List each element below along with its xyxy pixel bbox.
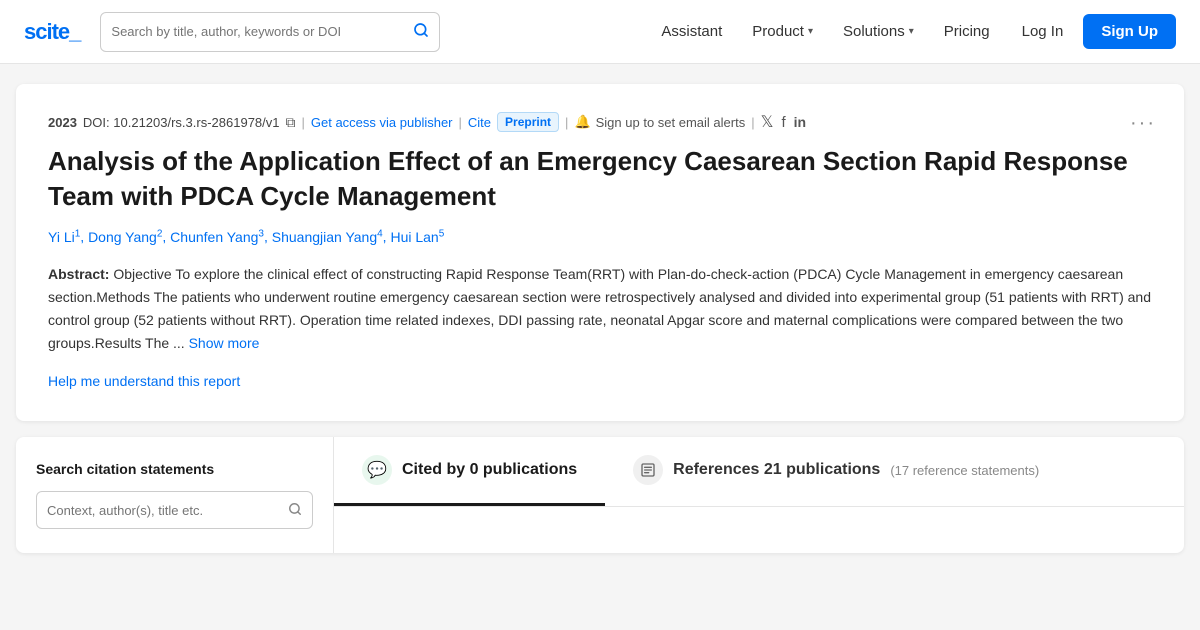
cited-label: Cited by 0 publications — [402, 461, 577, 479]
social-icons: 𝕏 f in — [761, 112, 807, 132]
navbar: scite_ Assistant Product ▾ Solutions ▾ P… — [0, 0, 1200, 64]
paper-meta: 2023 DOI: 10.21203/rs.3.rs-2861978/v1 ⧉ … — [48, 112, 1152, 132]
references-icon — [633, 455, 663, 485]
search-icon — [413, 22, 429, 41]
bell-icon: 🔔 — [574, 114, 590, 130]
bottom-section: Search citation statements 💬 Cited by 0 … — [16, 437, 1184, 553]
paper-abstract: Abstract: Objective To explore the clini… — [48, 263, 1152, 355]
paper-card: ··· 2023 DOI: 10.21203/rs.3.rs-2861978/v… — [16, 84, 1184, 421]
preprint-badge: Preprint — [497, 112, 559, 132]
signup-button[interactable]: Sign Up — [1083, 14, 1176, 49]
citation-search-title: Search citation statements — [36, 461, 313, 477]
more-options-icon[interactable]: ··· — [1130, 112, 1156, 135]
facebook-icon[interactable]: f — [781, 114, 785, 131]
author-2[interactable]: Dong Yang2 — [88, 229, 162, 245]
login-button[interactable]: Log In — [1008, 15, 1078, 48]
author-1[interactable]: Yi Li1 — [48, 229, 80, 245]
search-bar[interactable] — [100, 12, 440, 52]
logo-text: scite — [24, 19, 69, 44]
citation-search-field[interactable] — [47, 503, 282, 518]
logo[interactable]: scite_ — [24, 19, 80, 45]
copy-doi-icon[interactable]: ⧉ — [286, 114, 296, 131]
tab-references[interactable]: References 21 publications (17 reference… — [605, 437, 1067, 506]
nav-links: Assistant Product ▾ Solutions ▾ Pricing … — [649, 14, 1176, 49]
product-chevron-icon: ▾ — [808, 26, 813, 37]
paper-doi-value: 10.21203/rs.3.rs-2861978/v1 — [113, 115, 279, 130]
nav-assistant[interactable]: Assistant — [649, 15, 734, 48]
tabs-row: 💬 Cited by 0 publications References 21 … — [334, 437, 1184, 507]
solutions-chevron-icon: ▾ — [909, 26, 914, 37]
tabs-panel: 💬 Cited by 0 publications References 21 … — [334, 437, 1184, 553]
paper-year: 2023 — [48, 115, 77, 130]
nav-solutions[interactable]: Solutions ▾ — [831, 15, 926, 48]
citation-search-icon — [288, 502, 302, 519]
cite-link[interactable]: Cite — [468, 115, 491, 130]
paper-authors: Yi Li1, Dong Yang2, Chunfen Yang3, Shuan… — [48, 228, 1152, 245]
author-3[interactable]: Chunfen Yang3 — [170, 229, 264, 245]
references-label: References 21 publications — [673, 461, 880, 479]
access-publisher-link[interactable]: Get access via publisher — [311, 115, 453, 130]
search-input[interactable] — [111, 24, 405, 39]
help-understand-link[interactable]: Help me understand this report — [48, 373, 240, 389]
citation-search-input-wrapper[interactable] — [36, 491, 313, 529]
author-4[interactable]: Shuangjian Yang4 — [272, 229, 383, 245]
references-count-info: (17 reference statements) — [890, 463, 1039, 478]
cited-icon: 💬 — [362, 455, 392, 485]
logo-underscore: _ — [69, 19, 80, 44]
nav-pricing[interactable]: Pricing — [932, 15, 1002, 48]
abstract-label: Abstract: — [48, 266, 109, 282]
twitter-icon[interactable]: 𝕏 — [761, 112, 774, 132]
nav-product[interactable]: Product ▾ — [740, 15, 825, 48]
linkedin-icon[interactable]: in — [794, 114, 806, 130]
tab-cited[interactable]: 💬 Cited by 0 publications — [334, 437, 605, 506]
paper-doi-label: DOI: 10.21203/rs.3.rs-2861978/v1 — [83, 115, 280, 130]
paper-title: Analysis of the Application Effect of an… — [48, 144, 1152, 214]
alert-item: 🔔 Sign up to set email alerts — [574, 114, 745, 130]
alert-label[interactable]: Sign up to set email alerts — [596, 115, 746, 130]
main-content: ··· 2023 DOI: 10.21203/rs.3.rs-2861978/v… — [0, 84, 1200, 553]
show-more-link[interactable]: Show more — [189, 335, 260, 351]
citation-search-panel: Search citation statements — [16, 437, 334, 553]
author-5[interactable]: Hui Lan5 — [390, 229, 444, 245]
